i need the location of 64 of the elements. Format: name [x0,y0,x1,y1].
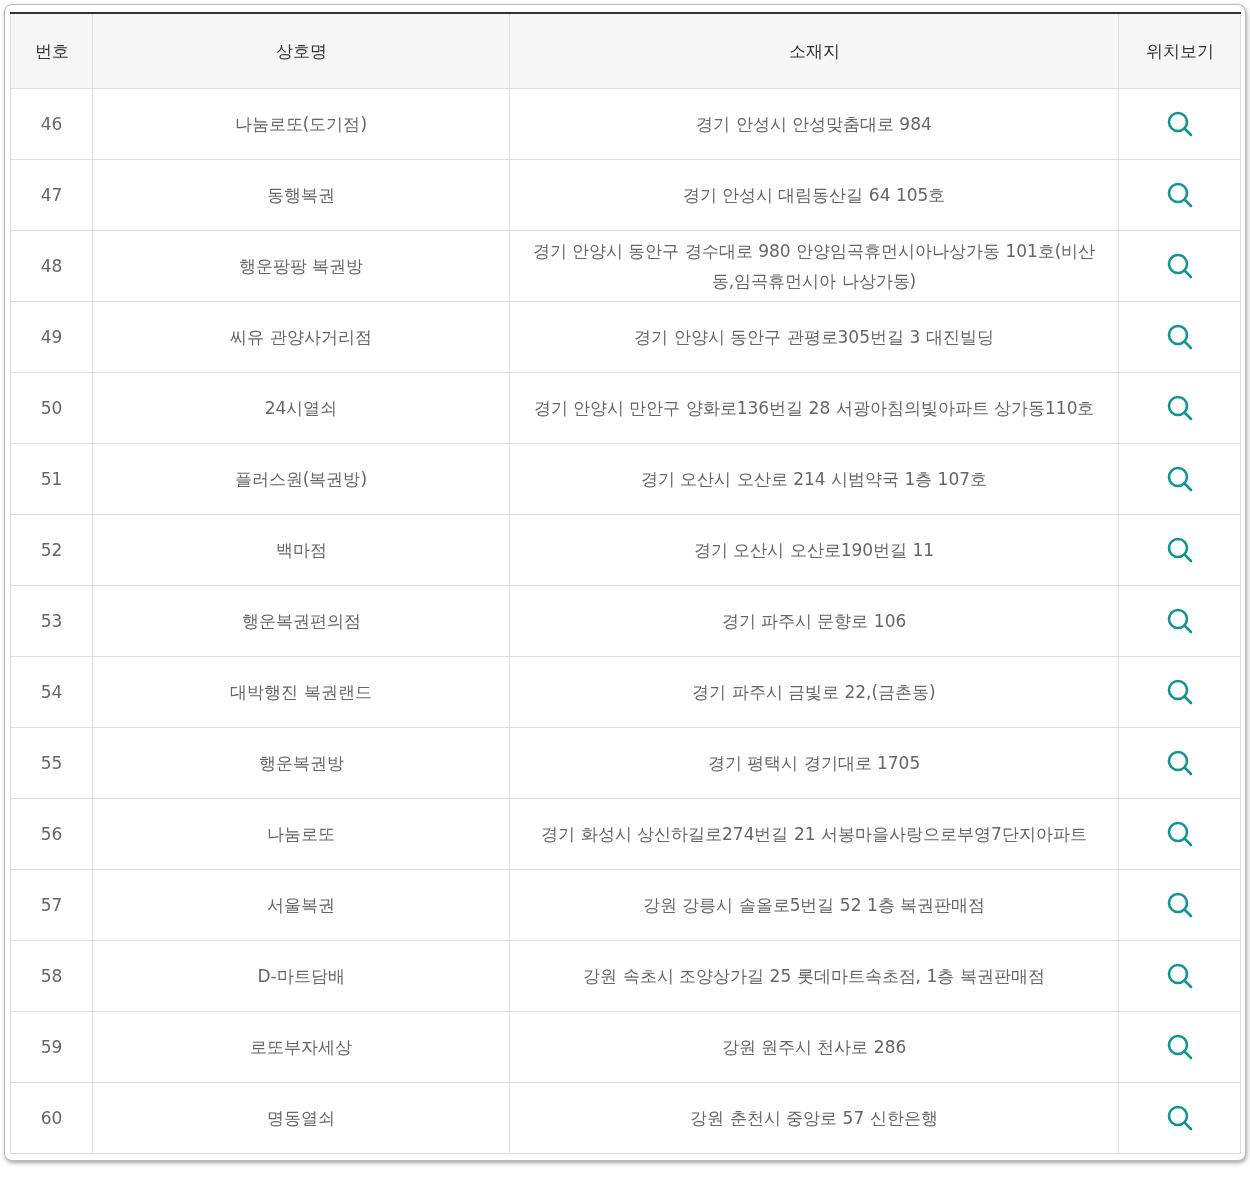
table-cell: 경기 평택시 경기대로 1705 [509,727,1119,799]
table-cell: 경기 안양시 만안구 양화로136번길 28 서광아침의빛아파트 상가동110호 [509,372,1119,444]
column-header: 위치보기 [1118,13,1241,89]
table-cell: 56 [10,798,93,870]
table-cell: 행운복권편의점 [92,585,510,657]
table-cell: 나눔로또(도기점) [92,88,510,160]
table-cell: 59 [10,1011,93,1083]
search-icon[interactable] [1165,110,1194,138]
search-icon[interactable] [1165,394,1194,422]
table-cell: 49 [10,301,93,373]
table-cell: 동행복권 [92,159,510,231]
table-cell: 24시열쇠 [92,372,510,444]
table-cell: 강원 강릉시 솔올로5번길 52 1층 복권판매점 [509,869,1119,941]
column-header: 번호 [10,13,93,89]
search-icon[interactable] [1165,252,1194,280]
search-icon[interactable] [1165,1104,1194,1132]
table-cell: 경기 안성시 대림동산길 64 105호 [509,159,1119,231]
table-cell: 55 [10,727,93,799]
table-cell: 씨유 관양사거리점 [92,301,510,373]
search-icon[interactable] [1165,820,1194,848]
table-cell: 대박행진 복권랜드 [92,656,510,728]
table-cell: 강원 속초시 조양상가길 25 롯데마트속초점, 1층 복권판매점 [509,940,1119,1012]
search-icon[interactable] [1165,465,1194,493]
table-cell: 나눔로또 [92,798,510,870]
table-cell: 경기 안성시 안성맞춤대로 984 [509,88,1119,160]
search-icon[interactable] [1165,962,1194,990]
table-cell: 강원 춘천시 중앙로 57 신한은행 [509,1082,1119,1154]
table-cell: 플러스원(복권방) [92,443,510,515]
table-cell: 53 [10,585,93,657]
table-cell: 경기 안양시 동안구 관평로305번길 3 대진빌딩 [509,301,1119,373]
table-cell: 58 [10,940,93,1012]
table-cell: 행운복권방 [92,727,510,799]
table-cell: 백마점 [92,514,510,586]
table-cell: 50 [10,372,93,444]
search-icon[interactable] [1165,536,1194,564]
table-cell: 48 [10,230,93,302]
search-icon[interactable] [1165,607,1194,635]
search-icon[interactable] [1165,181,1194,209]
table-cell: D-마트담배 [92,940,510,1012]
table-cell: 52 [10,514,93,586]
table-cell: 60 [10,1082,93,1154]
table-cell: 54 [10,656,93,728]
table-cell: 47 [10,159,93,231]
table-cell: 명동열쇠 [92,1082,510,1154]
table-cell: 경기 오산시 오산로190번길 11 [509,514,1119,586]
table-cell: 행운팡팡 복권방 [92,230,510,302]
table-cell: 서울복권 [92,869,510,941]
search-icon[interactable] [1165,678,1194,706]
table-cell: 강원 원주시 천사로 286 [509,1011,1119,1083]
table-cell: 경기 파주시 문향로 106 [509,585,1119,657]
table-cell: 경기 화성시 상신하길로274번길 21 서봉마을사랑으로부영7단지아파트 [509,798,1119,870]
search-icon[interactable] [1165,323,1194,351]
table-cell: 경기 오산시 오산로 214 시범약국 1층 107호 [509,443,1119,515]
table-cell: 로또부자세상 [92,1011,510,1083]
table-cell: 경기 안양시 동안구 경수대로 980 안양임곡휴먼시아나상가동 101호(비산동,임곡휴먼시아 나상가동) [509,230,1119,302]
table-cell: 51 [10,443,93,515]
search-icon[interactable] [1165,891,1194,919]
table-cell: 57 [10,869,93,941]
search-icon[interactable] [1165,749,1194,777]
table-cell: 경기 파주시 금빛로 22,(금촌동) [509,656,1119,728]
column-header: 소재지 [509,13,1119,89]
column-header: 상호명 [92,13,510,89]
table-cell: 46 [10,88,93,160]
search-icon[interactable] [1165,1033,1194,1061]
